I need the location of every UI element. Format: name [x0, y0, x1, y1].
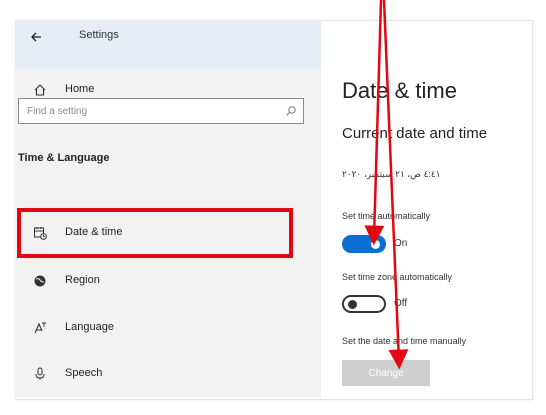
search-icon — [286, 106, 296, 116]
language-icon — [34, 322, 46, 334]
set-time-auto-state: On — [394, 238, 408, 249]
highlight-annotation — [17, 208, 293, 258]
sidebar-item-language[interactable]: Language — [15, 310, 321, 346]
window-title: Settings — [79, 29, 119, 41]
back-arrow-icon[interactable] — [29, 29, 45, 45]
section-heading: Current date and time — [342, 125, 488, 142]
search-input[interactable]: Find a setting — [18, 98, 304, 124]
set-timezone-auto-state: Off — [394, 298, 408, 309]
sidebar-item-label: Speech — [65, 367, 103, 379]
set-manual-label: Set the date and time manually — [342, 336, 467, 346]
set-timezone-auto-toggle[interactable] — [342, 295, 386, 313]
sidebar-item-label: Language — [65, 321, 114, 333]
set-time-auto-label: Set time automatically — [342, 211, 431, 221]
current-datetime: ٤:٤١ ص، ٢١ سبتمبر، ٢٠٢٠ — [342, 169, 441, 179]
sidebar-item-label: Home — [65, 83, 95, 95]
sidebar-item-speech[interactable]: Speech — [15, 356, 321, 392]
change-button: Change — [342, 360, 430, 386]
microphone-icon — [35, 367, 45, 380]
search-placeholder: Find a setting — [27, 106, 88, 117]
globe-icon — [34, 275, 46, 287]
home-icon — [34, 84, 46, 96]
toggle-knob — [371, 240, 380, 249]
page-title: Date & time — [342, 78, 457, 103]
set-time-auto-toggle[interactable] — [342, 235, 386, 253]
set-timezone-auto-label: Set time zone automatically — [342, 272, 453, 282]
section-title: Time & Language — [18, 152, 110, 164]
titlebar: Settings — [15, 20, 321, 68]
toggle-knob — [348, 300, 357, 309]
sidebar-item-region[interactable]: Region — [15, 263, 321, 299]
sidebar-item-label: Region — [65, 274, 100, 286]
